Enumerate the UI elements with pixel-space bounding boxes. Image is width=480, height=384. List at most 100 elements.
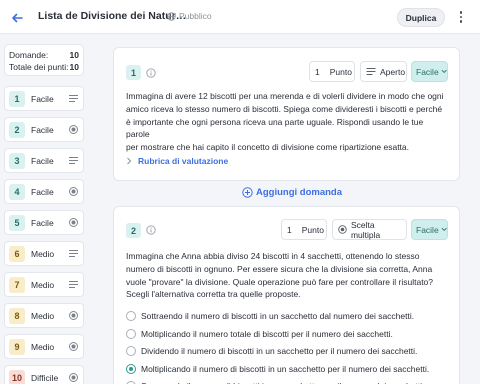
add-question-label: Aggiungi domanda [256, 187, 343, 198]
text-lines-icon [366, 68, 376, 75]
total-points-label: Totale dei punti: [9, 62, 69, 72]
question-number-badge: 9 [9, 339, 25, 355]
radio-icon[interactable] [126, 311, 136, 321]
more-options-icon[interactable] [455, 9, 467, 25]
question-text-line: amico riceva lo stesso numero di biscott… [126, 103, 443, 114]
questions-count-label: Domande: [9, 50, 49, 60]
chevron-down-icon [441, 227, 447, 232]
radio-icon [68, 372, 79, 383]
difficulty-label: Facile [31, 187, 54, 197]
rubric-label: Rubrica di valutazione [138, 156, 229, 166]
question-number-badge: 1 [126, 65, 141, 80]
info-icon[interactable] [146, 68, 156, 78]
answer-option-label: Dividendo il numero di biscotti in un sa… [141, 346, 418, 356]
radio-icon[interactable] [126, 328, 136, 339]
sidebar-question-item[interactable]: 5 Facile [4, 210, 84, 235]
points-field[interactable]: 1 Punto [281, 219, 327, 240]
sidebar-question-item[interactable]: 10 Difficile [4, 365, 84, 384]
sidebar-question-item[interactable]: 7 Medio [4, 272, 84, 297]
difficulty-label: Facile [416, 66, 439, 77]
text-lines-icon [68, 248, 79, 259]
difficulty-label: Medio [31, 249, 55, 259]
visibility-label: Pubblico [179, 11, 212, 21]
difficulty-label: Difficile [31, 373, 59, 383]
question-number-badge: 2 [126, 223, 141, 238]
question-number-badge: 6 [9, 246, 25, 262]
points-field[interactable]: 1 Punto [309, 61, 355, 82]
rubric-toggle[interactable]: Rubrica di valutazione [126, 156, 228, 166]
radio-icon [338, 225, 347, 234]
sidebar-question-item[interactable]: 1 Facile [4, 86, 84, 111]
difficulty-select[interactable]: Facile [411, 219, 448, 240]
question-card-1: 1 1 Punto Aperto Facile Immagina di aver… [113, 47, 460, 181]
difficulty-label: Medio [31, 280, 55, 290]
difficulty-label: Facile [31, 125, 54, 135]
answer-option[interactable]: Moltiplicando il numero di biscotti in u… [126, 363, 430, 374]
back-arrow-icon[interactable] [9, 10, 25, 26]
text-lines-icon [68, 155, 79, 166]
question-type-label: Aperto [380, 66, 406, 77]
answer-option[interactable]: Sottraendo il numero di biscotti in un s… [126, 311, 414, 321]
question-text-line: vuole "provare" la divisione. Quale oper… [126, 276, 434, 287]
question-number-badge: 5 [9, 215, 25, 231]
question-text-line: Immagina che Anna abbia diviso 24 biscot… [126, 251, 420, 261]
question-text-line: è importante che ogni persona riceva una… [126, 116, 424, 140]
question-text[interactable]: Immagina che Anna abbia diviso 24 biscot… [126, 250, 446, 301]
question-type-select[interactable]: Scelta multipla [332, 219, 407, 240]
radio-icon [68, 310, 79, 321]
question-text-line: per mostrare che hai capito il concetto … [126, 142, 410, 153]
question-card-2: 2 1 Punto Scelta multipla Facile Immagin… [113, 206, 460, 384]
sidebar-question-item[interactable]: 6 Medio [4, 241, 84, 266]
sidebar-question-item[interactable]: 8 Medio [4, 303, 84, 328]
question-text[interactable]: Immagina di avere 12 biscotti per una me… [126, 90, 446, 154]
radio-icon [68, 124, 79, 135]
difficulty-label: Facile [416, 224, 439, 235]
answer-option[interactable]: Moltiplicando il numero totale di biscot… [126, 328, 393, 339]
radio-selected-icon[interactable] [126, 363, 136, 374]
question-number-badge: 7 [9, 277, 25, 293]
answer-option-label: Moltiplicando il numero totale di biscot… [141, 328, 393, 339]
question-number-badge: 8 [9, 308, 25, 324]
question-number-badge: 3 [9, 153, 25, 169]
question-text-line: numero di biscotti in ognuno. Per essere… [126, 263, 433, 274]
points-label: Punto [301, 224, 324, 235]
answer-option-label: Moltiplicando il numero di biscotti in u… [141, 363, 430, 374]
points-value: 1 [315, 66, 320, 77]
answer-option[interactable]: Dividendo il numero di biscotti in un sa… [126, 346, 417, 356]
question-text-line: Scegli l'alternativa corretta tra quelle… [126, 289, 301, 300]
globe-icon [167, 11, 176, 21]
difficulty-label: Facile [31, 156, 54, 166]
summary-box: Domande: 10 Totale dei punti: 10 [4, 44, 84, 76]
question-number-badge: 10 [9, 370, 25, 384]
sidebar-question-item[interactable]: 4 Facile [4, 179, 84, 204]
difficulty-label: Medio [31, 342, 55, 352]
chevron-right-icon [127, 157, 132, 165]
radio-icon [68, 217, 79, 228]
difficulty-label: Medio [31, 311, 55, 321]
question-text-line: Immagina di avere 12 biscotti per una me… [126, 91, 444, 101]
info-icon[interactable] [146, 225, 156, 235]
plus-circle-icon [242, 187, 253, 198]
difficulty-label: Facile [31, 94, 54, 104]
add-question-button[interactable]: Aggiungi domanda [242, 187, 342, 198]
points-label: Punto [329, 66, 352, 77]
radio-icon[interactable] [126, 346, 136, 356]
total-points-value: 10 [69, 62, 79, 72]
visibility-status[interactable]: Pubblico [167, 11, 212, 21]
question-sidebar: Domande: 10 Totale dei punti: 10 1 Facile 2 F… [4, 44, 84, 384]
chevron-down-icon [441, 69, 447, 74]
radio-icon [68, 186, 79, 197]
points-value: 1 [287, 224, 292, 235]
duplicate-button[interactable]: Duplica [397, 8, 445, 27]
question-type-select[interactable]: Aperto [360, 61, 407, 82]
questions-count-value: 10 [69, 50, 79, 60]
question-number-badge: 4 [9, 184, 25, 200]
difficulty-label: Facile [31, 218, 54, 228]
question-type-label: Scelta multipla [350, 219, 381, 240]
question-number-badge: 1 [9, 91, 25, 107]
difficulty-select[interactable]: Facile [411, 61, 448, 82]
sidebar-question-item[interactable]: 3 Facile [4, 148, 84, 173]
top-bar: Lista de Divisione dei Natur… Pubblico D… [0, 0, 480, 34]
sidebar-question-item[interactable]: 9 Medio [4, 334, 84, 359]
sidebar-question-item[interactable]: 2 Facile [4, 117, 84, 142]
